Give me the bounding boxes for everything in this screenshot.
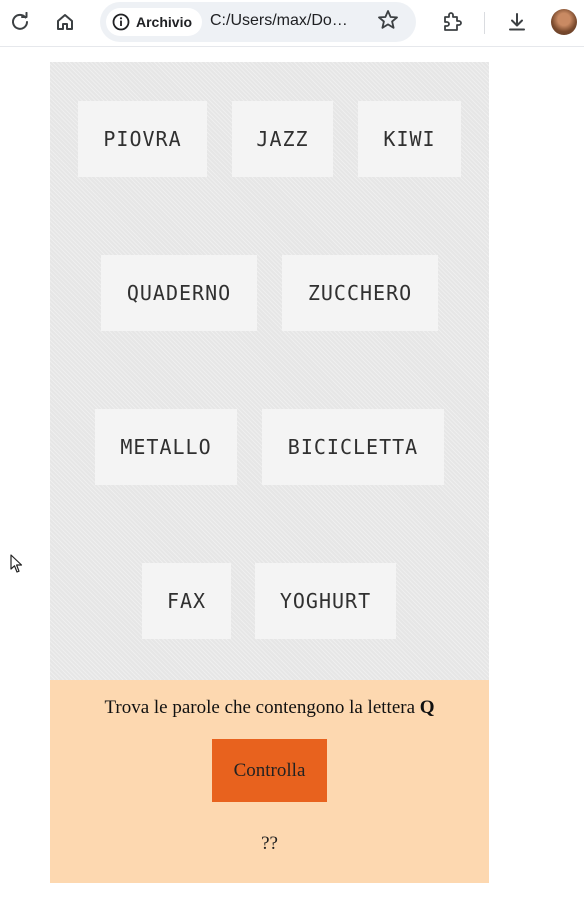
word-tile-metallo[interactable]: METALLO [95,409,237,485]
word-tile-fax[interactable]: FAX [142,563,231,639]
mouse-cursor-icon [10,554,24,578]
profile-avatar[interactable] [551,9,577,35]
omnibox[interactable]: Archivio C:/Users/max/Do… [100,2,416,42]
star-icon[interactable] [376,8,400,36]
word-grid: PIOVRA JAZZ KIWI QUADERNO ZUCCHERO METAL… [50,62,489,680]
word-tile-kiwi[interactable]: KIWI [358,101,461,177]
word-tile-jazz[interactable]: JAZZ [232,101,333,177]
result-text: ?? [261,833,278,854]
reload-icon[interactable] [6,8,34,36]
word-tile-quaderno[interactable]: QUADERNO [101,255,257,331]
word-tile-yoghurt[interactable]: YOGHURT [255,563,396,639]
instruction-panel: Trova le parole che contengono la letter… [50,680,489,883]
info-icon [112,13,130,31]
site-info-chip[interactable]: Archivio [106,8,203,36]
toolbar-divider [484,12,485,34]
instruction-prefix: Trova le parole che contengono la letter… [104,697,416,718]
target-letter: Q [419,697,435,718]
browser-toolbar: Archivio C:/Users/max/Do… [0,0,584,47]
address-bar-url[interactable]: C:/Users/max/Do… [210,12,360,30]
extensions-icon[interactable] [437,8,465,36]
word-tile-piovra[interactable]: PIOVRA [78,101,207,177]
word-tile-zucchero[interactable]: ZUCCHERO [282,255,438,331]
site-chip-label: Archivio [136,14,193,30]
home-icon[interactable] [51,8,79,36]
word-tile-bicicletta[interactable]: BICICLETTA [262,409,444,485]
check-button[interactable]: Controlla [212,739,327,802]
download-icon[interactable] [503,8,531,36]
instruction-text: Trova le parole che contengono la letter… [50,697,489,719]
